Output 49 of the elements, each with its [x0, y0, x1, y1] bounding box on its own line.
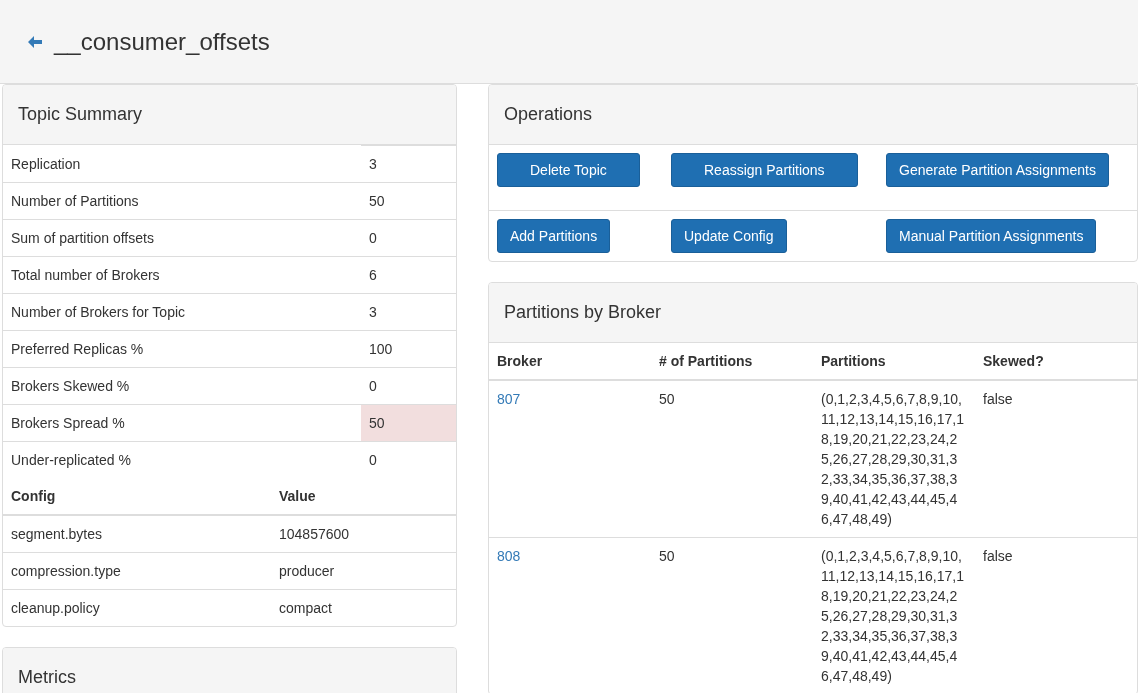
- table-cell: Under-replicated %: [3, 441, 361, 478]
- table-cell: segment.bytes: [3, 515, 271, 553]
- table-cell: Replication: [3, 145, 361, 183]
- table-cell: 3: [361, 293, 456, 331]
- action-button[interactable]: Update Config: [671, 219, 787, 253]
- table-cell: Brokers Skewed %: [3, 367, 361, 405]
- action-button[interactable]: Generate Partition Assignments: [886, 153, 1109, 187]
- broker-link[interactable]: 807: [497, 391, 521, 407]
- panel-title: Operations: [504, 104, 593, 125]
- back-arrow-icon[interactable]: [28, 35, 42, 48]
- column-header: Partitions: [813, 343, 975, 380]
- table-cell: 50: [651, 380, 813, 538]
- column-header: Config: [3, 478, 271, 515]
- table-cell: false: [975, 380, 1137, 538]
- action-button[interactable]: Add Partitions: [497, 219, 611, 253]
- table-cell: producer: [271, 552, 456, 590]
- table-cell: 50: [361, 404, 456, 442]
- table-cell: Number of Brokers for Topic: [3, 293, 361, 331]
- action-button[interactable]: Manual Partition Assignments: [886, 219, 1097, 253]
- table-cell: Preferred Replicas %: [3, 330, 361, 368]
- table-cell: 3: [361, 145, 456, 183]
- column-header: # of Partitions: [651, 343, 813, 380]
- column-header: Skewed?: [975, 343, 1137, 380]
- table-cell: Number of Partitions: [3, 182, 361, 220]
- table-cell: Brokers Spread %: [3, 404, 361, 442]
- panel-title: Partitions by Broker: [504, 302, 662, 323]
- table-cell: 50: [651, 537, 813, 693]
- table-cell: (0,1,2,3,4,5,6,7,8,9,10,11,12,13,14,15,16,17,18,19,20,21,22,23,24,25,26,27,28,29,30,31,32,33,34,35,36,37,38,39,40,41,42,43,44,45,46,47,48,49): [813, 380, 975, 538]
- table-cell: (0,1,2,3,4,5,6,7,8,9,10,11,12,13,14,15,16,17,18,19,20,21,22,23,24,25,26,27,28,29,30,31,32,33,34,35,36,37,38,39,40,41,42,43,44,45,46,47,48,49): [813, 537, 975, 693]
- table-cell: Sum of partition offsets: [3, 219, 361, 257]
- table-cell: cleanup.policy: [3, 589, 271, 626]
- table-cell: 50: [361, 182, 456, 220]
- table-cell: Total number of Brokers: [3, 256, 361, 294]
- action-button[interactable]: Reassign Partitions: [671, 153, 858, 187]
- table-cell: 104857600: [271, 515, 456, 553]
- column-header: Broker: [489, 343, 651, 380]
- column-header: Value: [271, 478, 456, 515]
- table-cell: 0: [361, 219, 456, 257]
- table-cell: 0: [361, 441, 456, 478]
- action-button[interactable]: Delete Topic: [497, 153, 640, 187]
- table-cell: 100: [361, 330, 456, 368]
- table-cell: 6: [361, 256, 456, 294]
- table-cell: compact: [271, 589, 456, 626]
- table-cell: false: [975, 537, 1137, 693]
- broker-link[interactable]: 808: [497, 548, 521, 564]
- table-cell: compression.type: [3, 552, 271, 590]
- panel-title: Metrics: [18, 667, 76, 688]
- panel-title: Topic Summary: [18, 104, 143, 125]
- page-title: __consumer_offsets: [54, 27, 270, 56]
